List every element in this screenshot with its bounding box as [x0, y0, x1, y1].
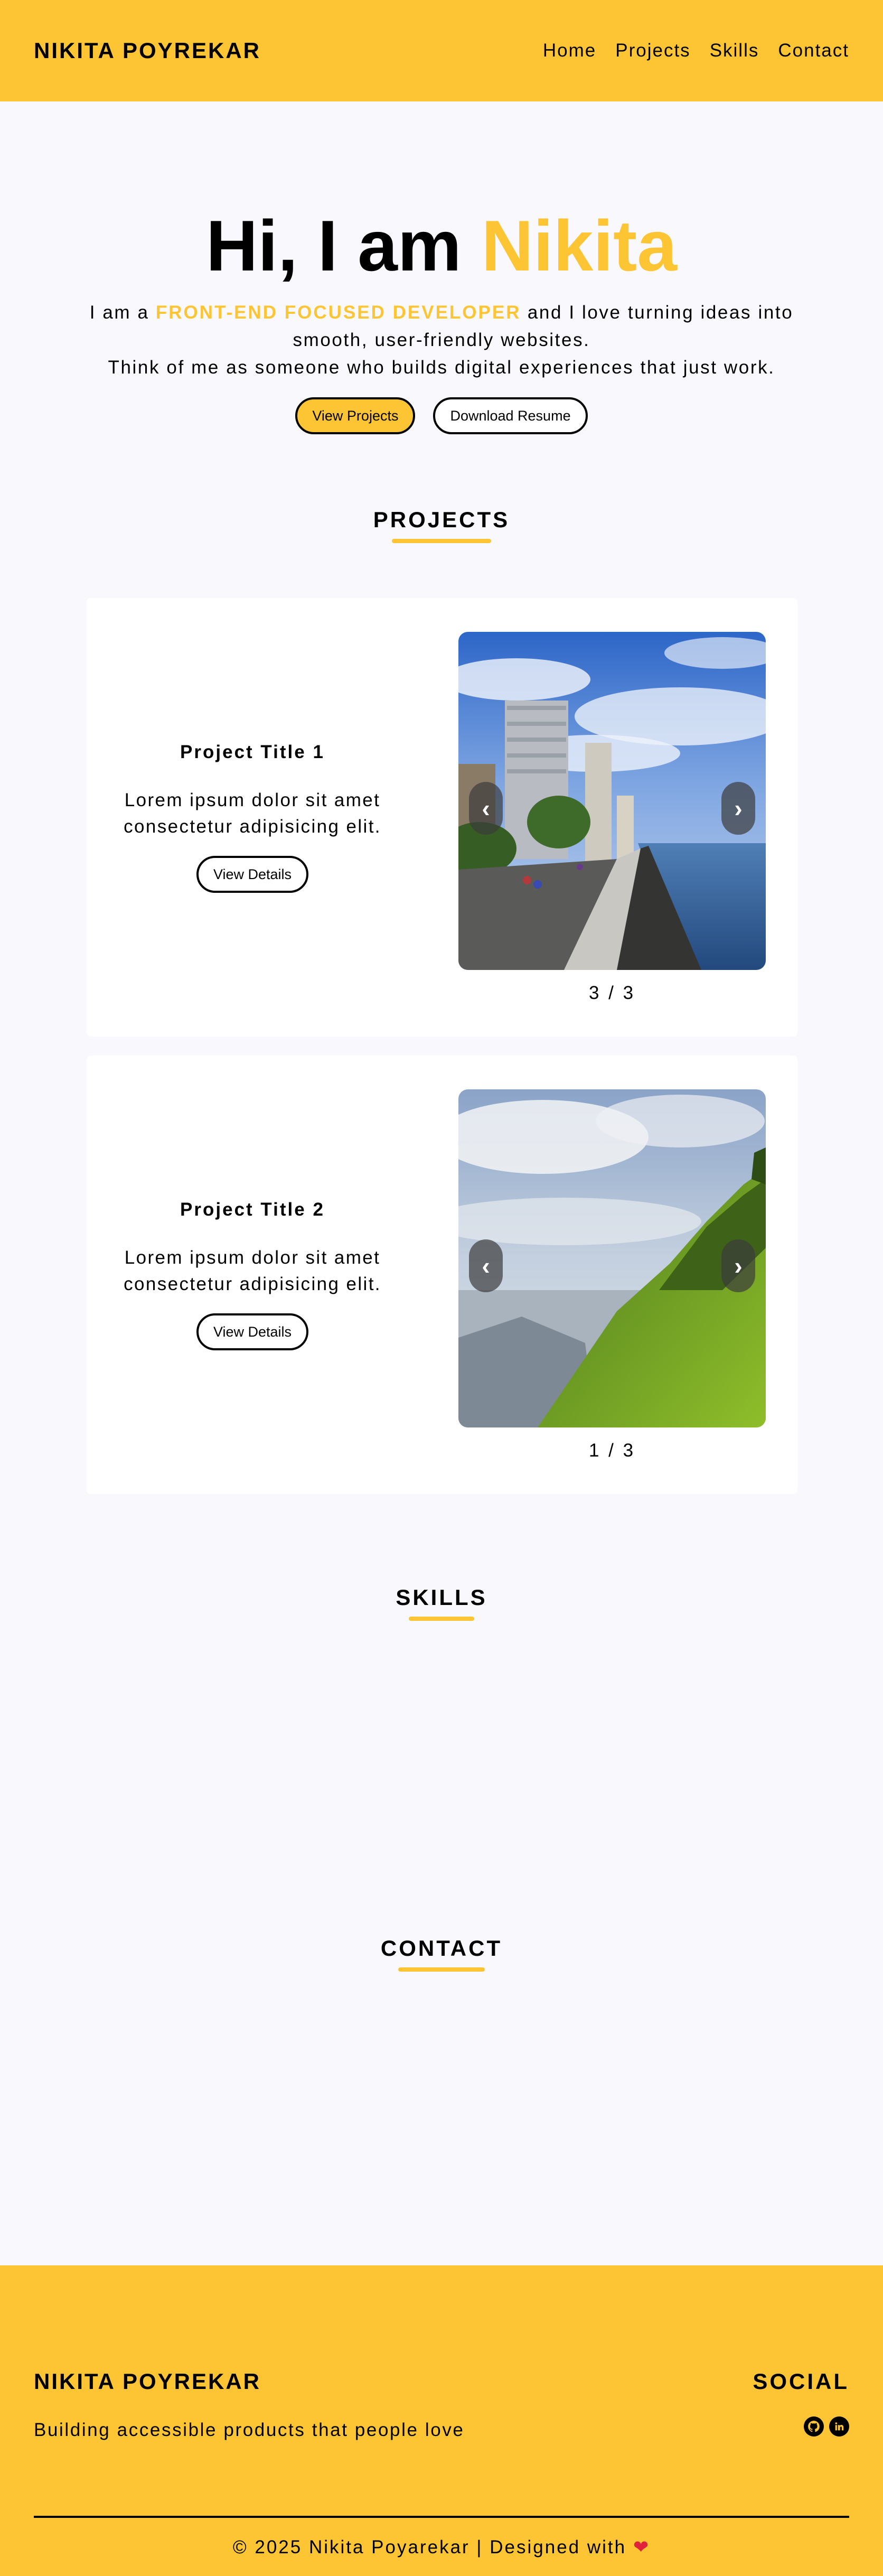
linkedin-icon[interactable]: [829, 2416, 849, 2437]
brand-logo[interactable]: NIKITA POYREKAR: [34, 38, 261, 63]
skills-underline: [409, 1617, 474, 1621]
carousel-counter: 3 / 3: [588, 983, 636, 1003]
social-icons: [804, 2416, 849, 2437]
copyright-text: © 2025 Nikita Poyarekar | Designed with: [232, 2537, 633, 2558]
copyright: © 2025 Nikita Poyarekar | Designed with …: [0, 2537, 883, 2558]
chevron-right-icon[interactable]: ›: [721, 1239, 755, 1292]
project-title: Project Title 1: [180, 742, 325, 762]
hero-intro: I am a FRONT-END FOCUSED DEVELOPER and I…: [79, 299, 804, 381]
chevron-left-icon[interactable]: ‹: [469, 782, 503, 835]
heart-icon: ❤: [633, 2537, 651, 2558]
download-resume-button[interactable]: Download Resume: [433, 397, 588, 434]
contact-underline: [398, 1967, 485, 1972]
footer-brand: NIKITA POYREKAR: [34, 2369, 261, 2394]
project-carousel: ‹ ›: [458, 632, 766, 970]
nav-link-contact[interactable]: Contact: [778, 40, 849, 61]
view-details-button[interactable]: View Details: [196, 1313, 309, 1350]
project-card-1: Project Title 1 Lorem ipsum dolor sit am…: [87, 598, 797, 1037]
nav-link-home[interactable]: Home: [543, 40, 596, 61]
projects-underline: [392, 539, 491, 543]
hero-title: Hi, I am Nikita: [0, 207, 883, 284]
chevron-right-icon[interactable]: ›: [721, 782, 755, 835]
nav-links: Home Projects Skills Contact: [543, 40, 849, 61]
project-info: Project Title 1 Lorem ipsum dolor sit am…: [108, 598, 397, 1037]
project-carousel: ‹ ›: [458, 1089, 766, 1427]
hero-intro-prefix: I am a: [89, 302, 156, 323]
project-card-2: Project Title 2 Lorem ipsum dolor sit am…: [87, 1056, 797, 1494]
hero-greeting: Hi, I am: [206, 206, 482, 286]
project-description: Lorem ipsum dolor sit amet consectetur a…: [124, 790, 381, 837]
nav-link-projects[interactable]: Projects: [615, 40, 690, 61]
hero-name: Nikita: [481, 206, 677, 286]
project-title: Project Title 2: [180, 1199, 325, 1220]
social-heading: SOCIAL: [753, 2369, 849, 2394]
projects-heading: PROJECTS: [373, 507, 510, 532]
footer-tagline: Building accessible products that people…: [34, 2420, 465, 2440]
carousel-counter: 1 / 3: [588, 1440, 636, 1461]
project-description: Lorem ipsum dolor sit amet consectetur a…: [124, 1247, 381, 1294]
github-icon[interactable]: [804, 2416, 824, 2437]
nav-link-skills[interactable]: Skills: [710, 40, 759, 61]
footer-divider: [34, 2516, 849, 2518]
view-details-button[interactable]: View Details: [196, 856, 309, 893]
project-image-seafront: [458, 632, 766, 970]
hero-buttons: View Projects Download Resume: [0, 397, 883, 434]
hero-line2: Think of me as someone who builds digita…: [108, 357, 775, 378]
footer: NIKITA POYREKAR Building accessible prod…: [0, 2265, 883, 2576]
contact-heading: CONTACT: [380, 1936, 503, 1961]
project-info: Project Title 2 Lorem ipsum dolor sit am…: [108, 1056, 397, 1494]
view-projects-button[interactable]: View Projects: [295, 397, 416, 434]
skills-heading: SKILLS: [396, 1585, 487, 1610]
chevron-left-icon[interactable]: ‹: [469, 1239, 503, 1292]
top-nav: NIKITA POYREKAR Home Projects Skills Con…: [0, 0, 883, 101]
hero-role: FRONT-END FOCUSED DEVELOPER: [155, 302, 521, 323]
project-image-hills: [458, 1089, 766, 1427]
